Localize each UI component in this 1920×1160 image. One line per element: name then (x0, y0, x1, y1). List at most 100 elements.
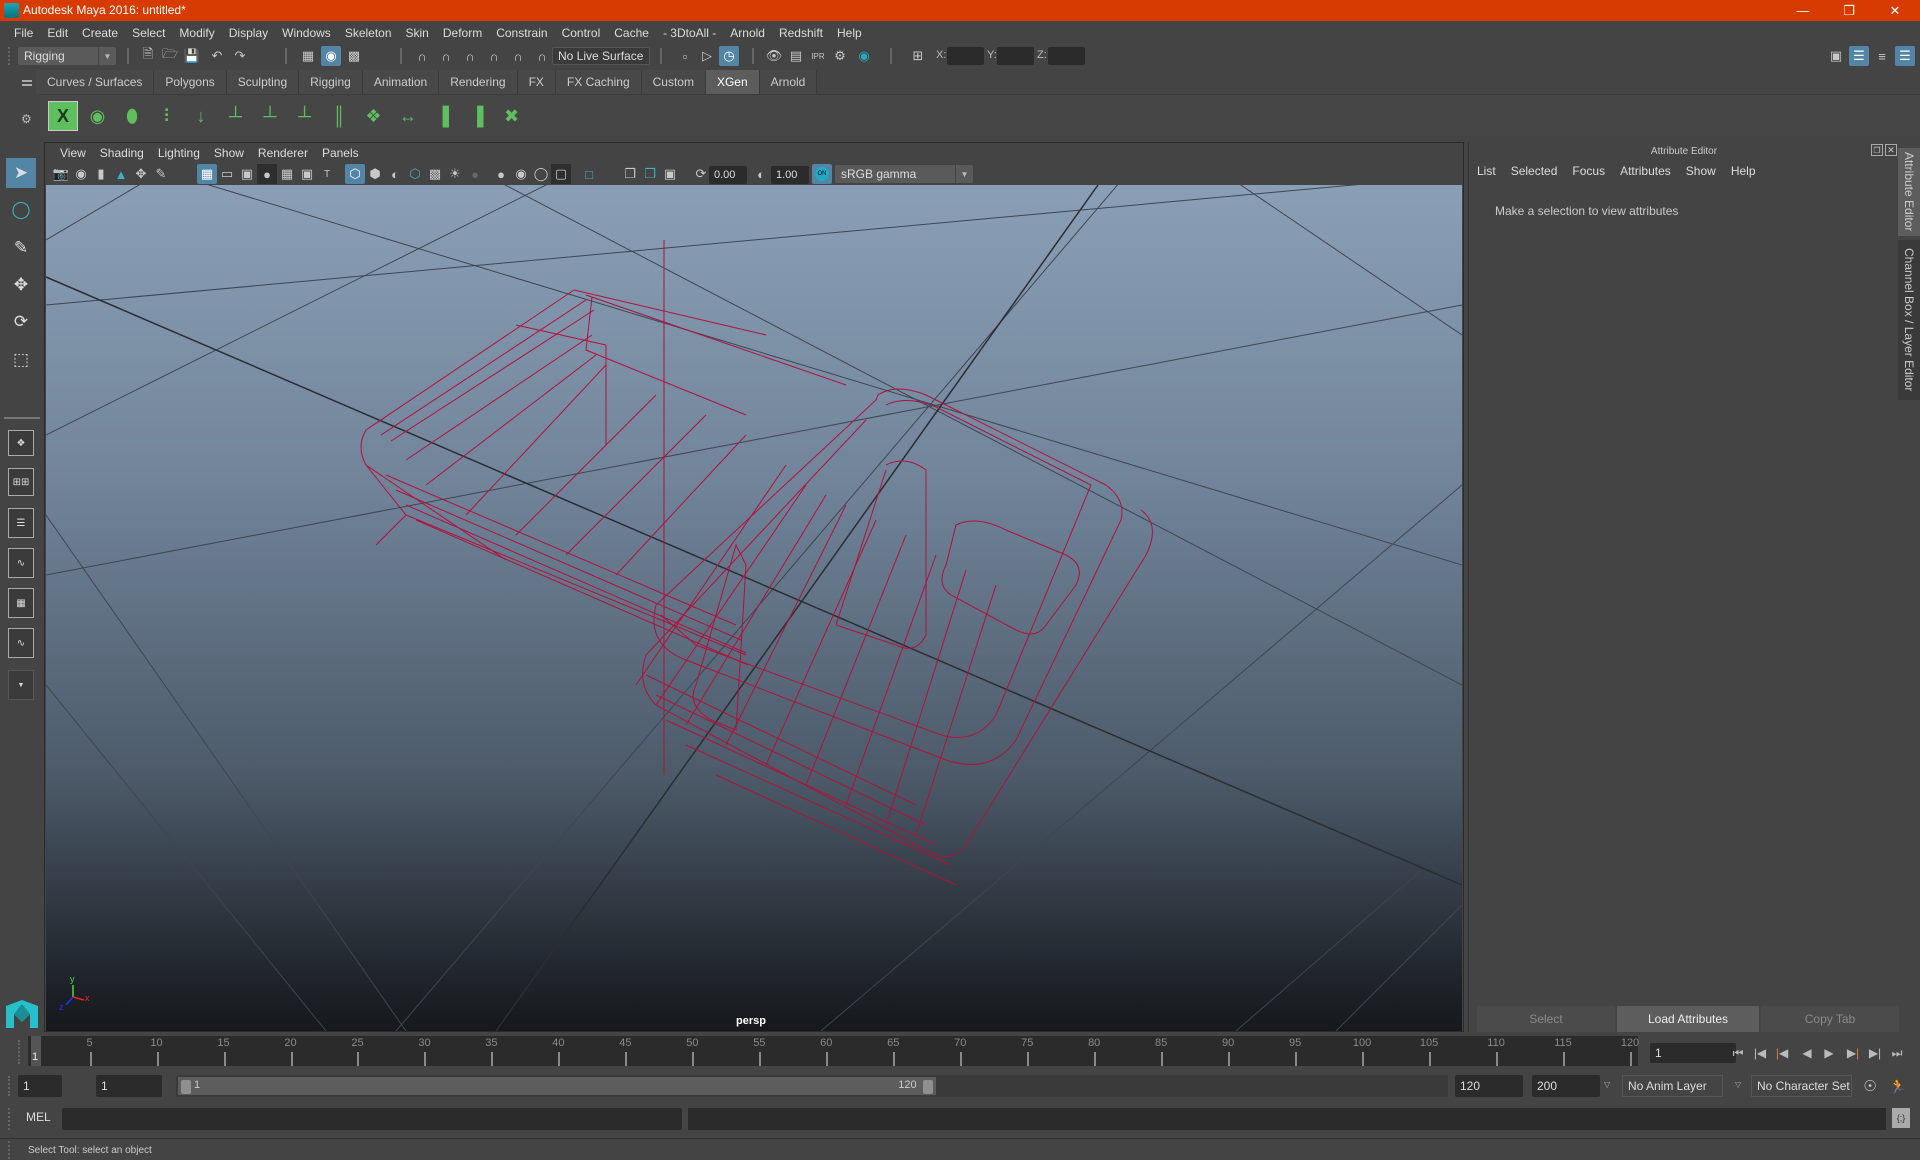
wireframe-button[interactable]: ⬡ (345, 164, 365, 184)
toolbar-grip[interactable] (8, 47, 12, 65)
xgen-editor-button[interactable]: X (48, 101, 78, 131)
shelf-tab-rigging[interactable]: Rigging (299, 70, 363, 94)
move-tool-button[interactable]: ✥ (6, 270, 36, 300)
screen-space-ao-button[interactable]: ● (491, 164, 511, 184)
anim-layer-dropdown[interactable]: No Anim Layer (1622, 1075, 1723, 1097)
select-guides-button[interactable]: ▐ (428, 101, 458, 131)
animation-start-field[interactable]: 1 (18, 1075, 62, 1097)
menu-control[interactable]: Control (556, 26, 607, 40)
shelf-tab-arnold[interactable]: Arnold (759, 70, 818, 94)
script-language-toggle[interactable]: MEL (26, 1110, 51, 1124)
redo-button[interactable]: ↷ (230, 46, 250, 66)
y-coordinate-field[interactable] (997, 47, 1034, 65)
range-slider-bar[interactable] (178, 1077, 937, 1095)
attr-menu-selected[interactable]: Selected (1511, 164, 1558, 178)
menu-skin[interactable]: Skin (400, 26, 435, 40)
go-to-start-button[interactable]: ⏮ (1727, 1042, 1749, 1064)
gamma-field[interactable]: 1.00 (771, 166, 809, 184)
chevron-down-icon[interactable]: ▽ (1604, 1080, 1610, 1089)
wireframe-on-shaded-button[interactable]: ⬡ (405, 164, 425, 184)
range-slider[interactable]: 1 120 (176, 1075, 1448, 1097)
range-grip[interactable] (8, 1076, 12, 1096)
select-camera-button[interactable]: 📷 (51, 164, 71, 184)
safe-title-button[interactable]: T (317, 164, 337, 184)
isolate-select-button[interactable]: □ (579, 164, 599, 184)
timeline-grip[interactable] (18, 1040, 22, 1064)
graph-editor-layout-button[interactable]: ∿ (8, 548, 34, 578)
lock-guide-button[interactable]: ┴ (290, 101, 320, 131)
shelf-tab-fx-caching[interactable]: FX Caching (555, 70, 642, 94)
motion-blur-button[interactable]: ◉ (511, 164, 531, 184)
add-guides-button[interactable]: ⫶ (152, 101, 182, 131)
copy-tab-button[interactable]: Copy Tab (1761, 1006, 1899, 1032)
make-live-button[interactable]: ∩ (532, 46, 552, 66)
exposure-icon-button[interactable]: ⟳ (691, 164, 711, 184)
select-by-component-button[interactable]: ▩ (344, 46, 364, 66)
attr-menu-show[interactable]: Show (1686, 164, 1716, 178)
paint-select-tool-button[interactable]: ✎ (6, 233, 36, 263)
menu-redshift[interactable]: Redshift (773, 26, 829, 40)
current-frame-field[interactable]: 1 (1650, 1043, 1736, 1063)
viewport-menu-shading[interactable]: Shading (93, 146, 151, 160)
rebuild-guides-button[interactable]: ↔ (393, 101, 423, 131)
gate-mask-button[interactable]: ● (257, 164, 277, 184)
step-back-key-button[interactable]: |◀ (1771, 1042, 1793, 1064)
bookmarks-button[interactable]: ▮ (91, 164, 111, 184)
auto-key-button[interactable]: ☉ (1860, 1076, 1880, 1096)
lasso-tool-button[interactable]: ◯ (6, 195, 36, 225)
current-time-cursor[interactable]: 1 (31, 1036, 41, 1066)
shelf-menu-icon[interactable] (22, 80, 32, 86)
chevron-down-icon[interactable]: ▽ (1735, 1080, 1741, 1089)
add-guide-button[interactable]: ┴ (221, 101, 251, 131)
shadows-button[interactable]: ● (465, 164, 485, 184)
transform-mode-button[interactable]: ⊞ (908, 46, 928, 66)
tab-channel-box-layer-editor[interactable]: Channel Box / Layer Editor (1898, 240, 1920, 400)
dopesheet-layout-button[interactable]: ∿ (8, 628, 34, 658)
film-gate-button[interactable]: ▭ (217, 164, 237, 184)
menu-set-dropdown[interactable]: Rigging ▼ (18, 47, 116, 65)
attribute-editor-toggle[interactable]: ☰ (1849, 46, 1869, 66)
create-description-button[interactable]: ⬮ (117, 101, 147, 131)
smooth-shade-button[interactable]: ⬢ (365, 164, 385, 184)
attr-menu-focus[interactable]: Focus (1572, 164, 1605, 178)
menu-cache[interactable]: Cache (608, 26, 655, 40)
menu-deform[interactable]: Deform (437, 26, 488, 40)
snap-point-button[interactable]: ∩ (460, 46, 480, 66)
undo-button[interactable]: ↶ (207, 46, 227, 66)
2d-pan-zoom-button[interactable]: ✥ (131, 164, 151, 184)
menu-display[interactable]: Display (223, 26, 274, 40)
snap-grid-button[interactable]: ∩ (412, 46, 432, 66)
play-forwards-button[interactable]: ▶ (1818, 1042, 1840, 1064)
more-layouts-button[interactable]: ▼ (8, 670, 34, 700)
shelf-tab-sculpting[interactable]: Sculpting (226, 70, 300, 94)
menu-create[interactable]: Create (76, 26, 124, 40)
use-default-material-button[interactable]: ◐ (385, 164, 405, 184)
scale-tool-button[interactable]: ⬚ (6, 345, 36, 375)
range-end-handle[interactable] (923, 1080, 934, 1094)
exposure-field[interactable]: 0.00 (709, 166, 747, 184)
menu-help[interactable]: Help (831, 26, 868, 40)
close-panel-button[interactable]: ✕ (1885, 144, 1897, 156)
menu-file[interactable]: File (8, 26, 39, 40)
snap-projected-center-button[interactable]: ∩ (484, 46, 504, 66)
play-backwards-button[interactable]: ◀ (1796, 1042, 1818, 1064)
rotate-tool-button[interactable]: ⟳ (6, 307, 36, 337)
menu-skeleton[interactable]: Skeleton (339, 26, 398, 40)
place-guides-button[interactable]: ↓ (186, 101, 216, 131)
range-start-handle[interactable] (181, 1080, 191, 1094)
playback-start-field[interactable]: 1 (96, 1075, 162, 1097)
restore-button[interactable]: ❐ (1826, 0, 1872, 21)
x-coordinate-field[interactable] (947, 47, 984, 65)
viewport-menu-lighting[interactable]: Lighting (151, 146, 207, 160)
camera-attributes-button[interactable]: ◉ (71, 164, 91, 184)
animation-end-field[interactable]: 200 (1532, 1075, 1600, 1097)
input-ops-button[interactable]: ▫ (675, 46, 695, 66)
playback-end-field[interactable]: 120 (1455, 1075, 1523, 1097)
preview-toggle-button[interactable]: ◉ (83, 101, 113, 131)
help-line-grip[interactable] (8, 1141, 12, 1159)
new-scene-button[interactable]: 🗎 (138, 46, 158, 66)
grid-toggle-button[interactable]: ▦ (197, 164, 217, 184)
load-attributes-button[interactable]: Load Attributes (1617, 1006, 1759, 1032)
go-to-end-button[interactable]: ⏭ (1886, 1042, 1908, 1064)
anti-aliasing-button[interactable]: ◯ (531, 164, 551, 184)
